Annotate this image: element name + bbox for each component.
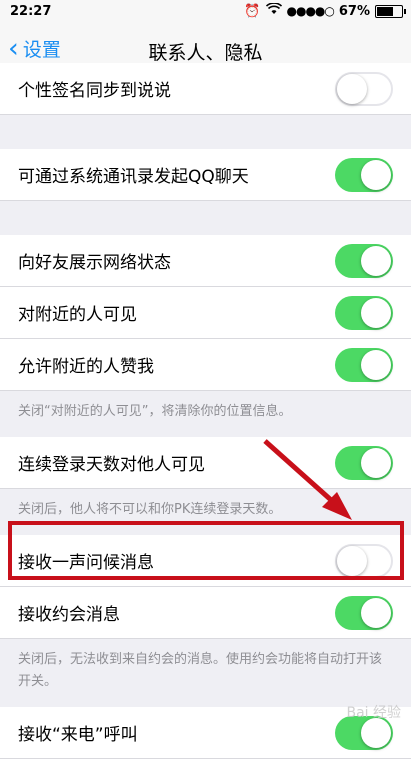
watermark: Bai 经验 bbox=[346, 705, 401, 721]
annotation-arrow bbox=[263, 439, 352, 520]
